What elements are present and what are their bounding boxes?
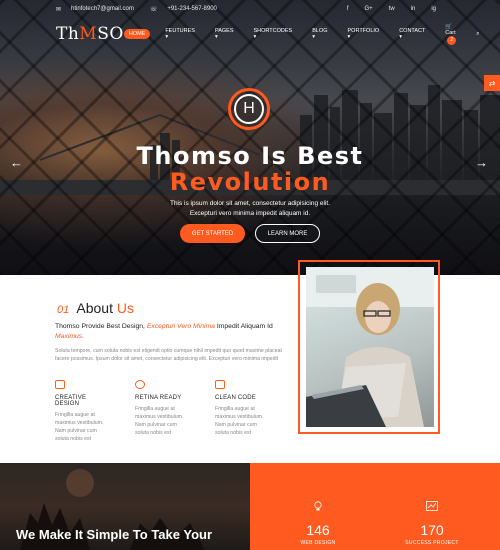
bottom-section: We Make It Simple To Take Your 146 WEB D… bbox=[0, 463, 500, 550]
feature-desc: Fringilla augue at maximus vestibulum. N… bbox=[55, 412, 104, 442]
linkedin-icon[interactable]: in bbox=[411, 6, 416, 12]
cta-headline: We Make It Simple To Take Your bbox=[16, 527, 213, 542]
learn-more-button[interactable]: LEARN MORE bbox=[255, 224, 320, 243]
about-body: Soluta tempore, cum soluta nobis est eli… bbox=[55, 348, 282, 362]
shuffle-icon: ⇄ bbox=[488, 78, 496, 88]
logo[interactable]: ThMSO bbox=[56, 24, 124, 44]
topbar: ✉ htinfotech7@gmail.com ☏ +91-234-567-89… bbox=[0, 0, 500, 18]
hero-text-line-1: This is ipsum dolor sit amet, consectetu… bbox=[169, 200, 331, 207]
hero-subtitle: Revolution bbox=[169, 168, 331, 196]
feature-title: CLEAN CODE bbox=[215, 395, 257, 401]
stat-value: 146 bbox=[306, 522, 330, 538]
phone-text[interactable]: +91-234-567-8900 bbox=[167, 6, 217, 12]
about-number: 01 bbox=[57, 304, 70, 316]
about-lead-b: Impedit Aliquam Id bbox=[216, 323, 273, 330]
chart-icon bbox=[426, 501, 438, 511]
about-title-a: About bbox=[76, 300, 113, 316]
feature-clean-code: CLEAN CODE Fringilla augue at maximus ve… bbox=[215, 380, 267, 443]
nav-item-pages[interactable]: PAGES ▾ bbox=[210, 26, 239, 42]
stat-success-project: 170 SUCCESS PROJECT bbox=[402, 501, 462, 546]
feature-retina-ready: RETINA READY Fringilla augue at maximus … bbox=[135, 380, 187, 443]
feature-title: CREATIVE DESIGN bbox=[55, 395, 87, 407]
feature-creative-design: CREATIVE DESIGN Fringilla augue at maxim… bbox=[55, 380, 107, 443]
nav-item-shortcodes[interactable]: SHORTCODES ▾ bbox=[249, 26, 298, 42]
cart-count-badge: 2 bbox=[447, 35, 457, 45]
about-section: 01 About Us Thomso Provide Best Design, … bbox=[0, 260, 500, 463]
lightbulb-icon bbox=[314, 501, 322, 511]
instagram-icon[interactable]: ig bbox=[431, 6, 436, 12]
features-row: CREATIVE DESIGN Fringilla augue at maxim… bbox=[55, 380, 267, 443]
main-nav: ThMSO HOME FEUTURES ▾ PAGES ▾ SHORTCODES… bbox=[0, 20, 500, 48]
image-icon bbox=[55, 380, 65, 389]
eye-icon bbox=[135, 380, 145, 389]
logo-text-right: SO bbox=[97, 24, 124, 44]
woman-at-laptop-photo bbox=[306, 267, 434, 427]
about-title: 01 About Us bbox=[57, 300, 134, 316]
google-plus-icon[interactable]: G+ bbox=[364, 6, 372, 12]
photo-illustration bbox=[306, 267, 434, 427]
nav-item-portfolio[interactable]: PORTFOLIO ▾ bbox=[343, 26, 385, 42]
nav-item-blog[interactable]: BLOG ▾ bbox=[307, 26, 332, 42]
search-icon[interactable]: ⌕ bbox=[471, 29, 484, 40]
logo-text-left: Th bbox=[56, 24, 80, 44]
about-lead-a: Thomso Provide Best Design, bbox=[55, 323, 145, 330]
cart-button[interactable]: 🛒 Cart2 bbox=[440, 22, 461, 47]
nav-item-home[interactable]: HOME bbox=[123, 29, 151, 39]
nav-item-contact[interactable]: CONTACT ▾ bbox=[394, 26, 430, 42]
twitter-icon[interactable]: tw bbox=[389, 6, 395, 12]
stat-web-design: 146 WEB DESIGN bbox=[288, 501, 348, 546]
phone-icon: ☏ bbox=[149, 6, 158, 13]
stat-label: WEB DESIGN bbox=[300, 540, 336, 546]
hero-section: ✉ htinfotech7@gmail.com ☏ +91-234-567-89… bbox=[0, 0, 500, 275]
stat-value: 170 bbox=[420, 522, 444, 538]
about-lead-highlight: Excepturi Vero Minima bbox=[146, 323, 215, 330]
hero-badge: H bbox=[228, 88, 270, 130]
about-lead: Thomso Provide Best Design, Excepturi Ve… bbox=[55, 322, 285, 342]
facebook-icon[interactable]: f bbox=[347, 6, 349, 12]
nav-item-features[interactable]: FEUTURES ▾ bbox=[160, 26, 200, 42]
settings-side-tab[interactable]: ⇄ bbox=[484, 75, 500, 91]
about-lead-highlight-2: Maximus. bbox=[55, 333, 85, 340]
hero-badge-letter: H bbox=[234, 94, 264, 124]
email-text[interactable]: htinfotech7@gmail.com bbox=[71, 6, 134, 12]
get-started-button[interactable]: GET STARTED bbox=[180, 224, 245, 243]
logo-mark: M bbox=[79, 24, 98, 44]
cta-panel: We Make It Simple To Take Your bbox=[0, 463, 250, 550]
email-icon: ✉ bbox=[56, 6, 62, 13]
about-title-b: Us bbox=[116, 300, 134, 316]
feature-desc: Fringilla augue at maximus vestibulum. N… bbox=[215, 406, 264, 436]
cart-label: Cart bbox=[445, 29, 456, 36]
code-icon bbox=[215, 380, 225, 389]
hero-text-line-2: Excepturi vero minima impedit aliquam id… bbox=[189, 210, 311, 217]
stats-panel: 146 WEB DESIGN 170 SUCCESS PROJECT bbox=[250, 463, 500, 550]
hero-title: Thomso Is Best bbox=[136, 142, 364, 170]
feature-desc: Fringilla augue at maximus vestibulum. N… bbox=[135, 406, 184, 436]
stat-label: SUCCESS PROJECT bbox=[405, 540, 459, 546]
feature-title: RETINA READY bbox=[135, 395, 182, 401]
